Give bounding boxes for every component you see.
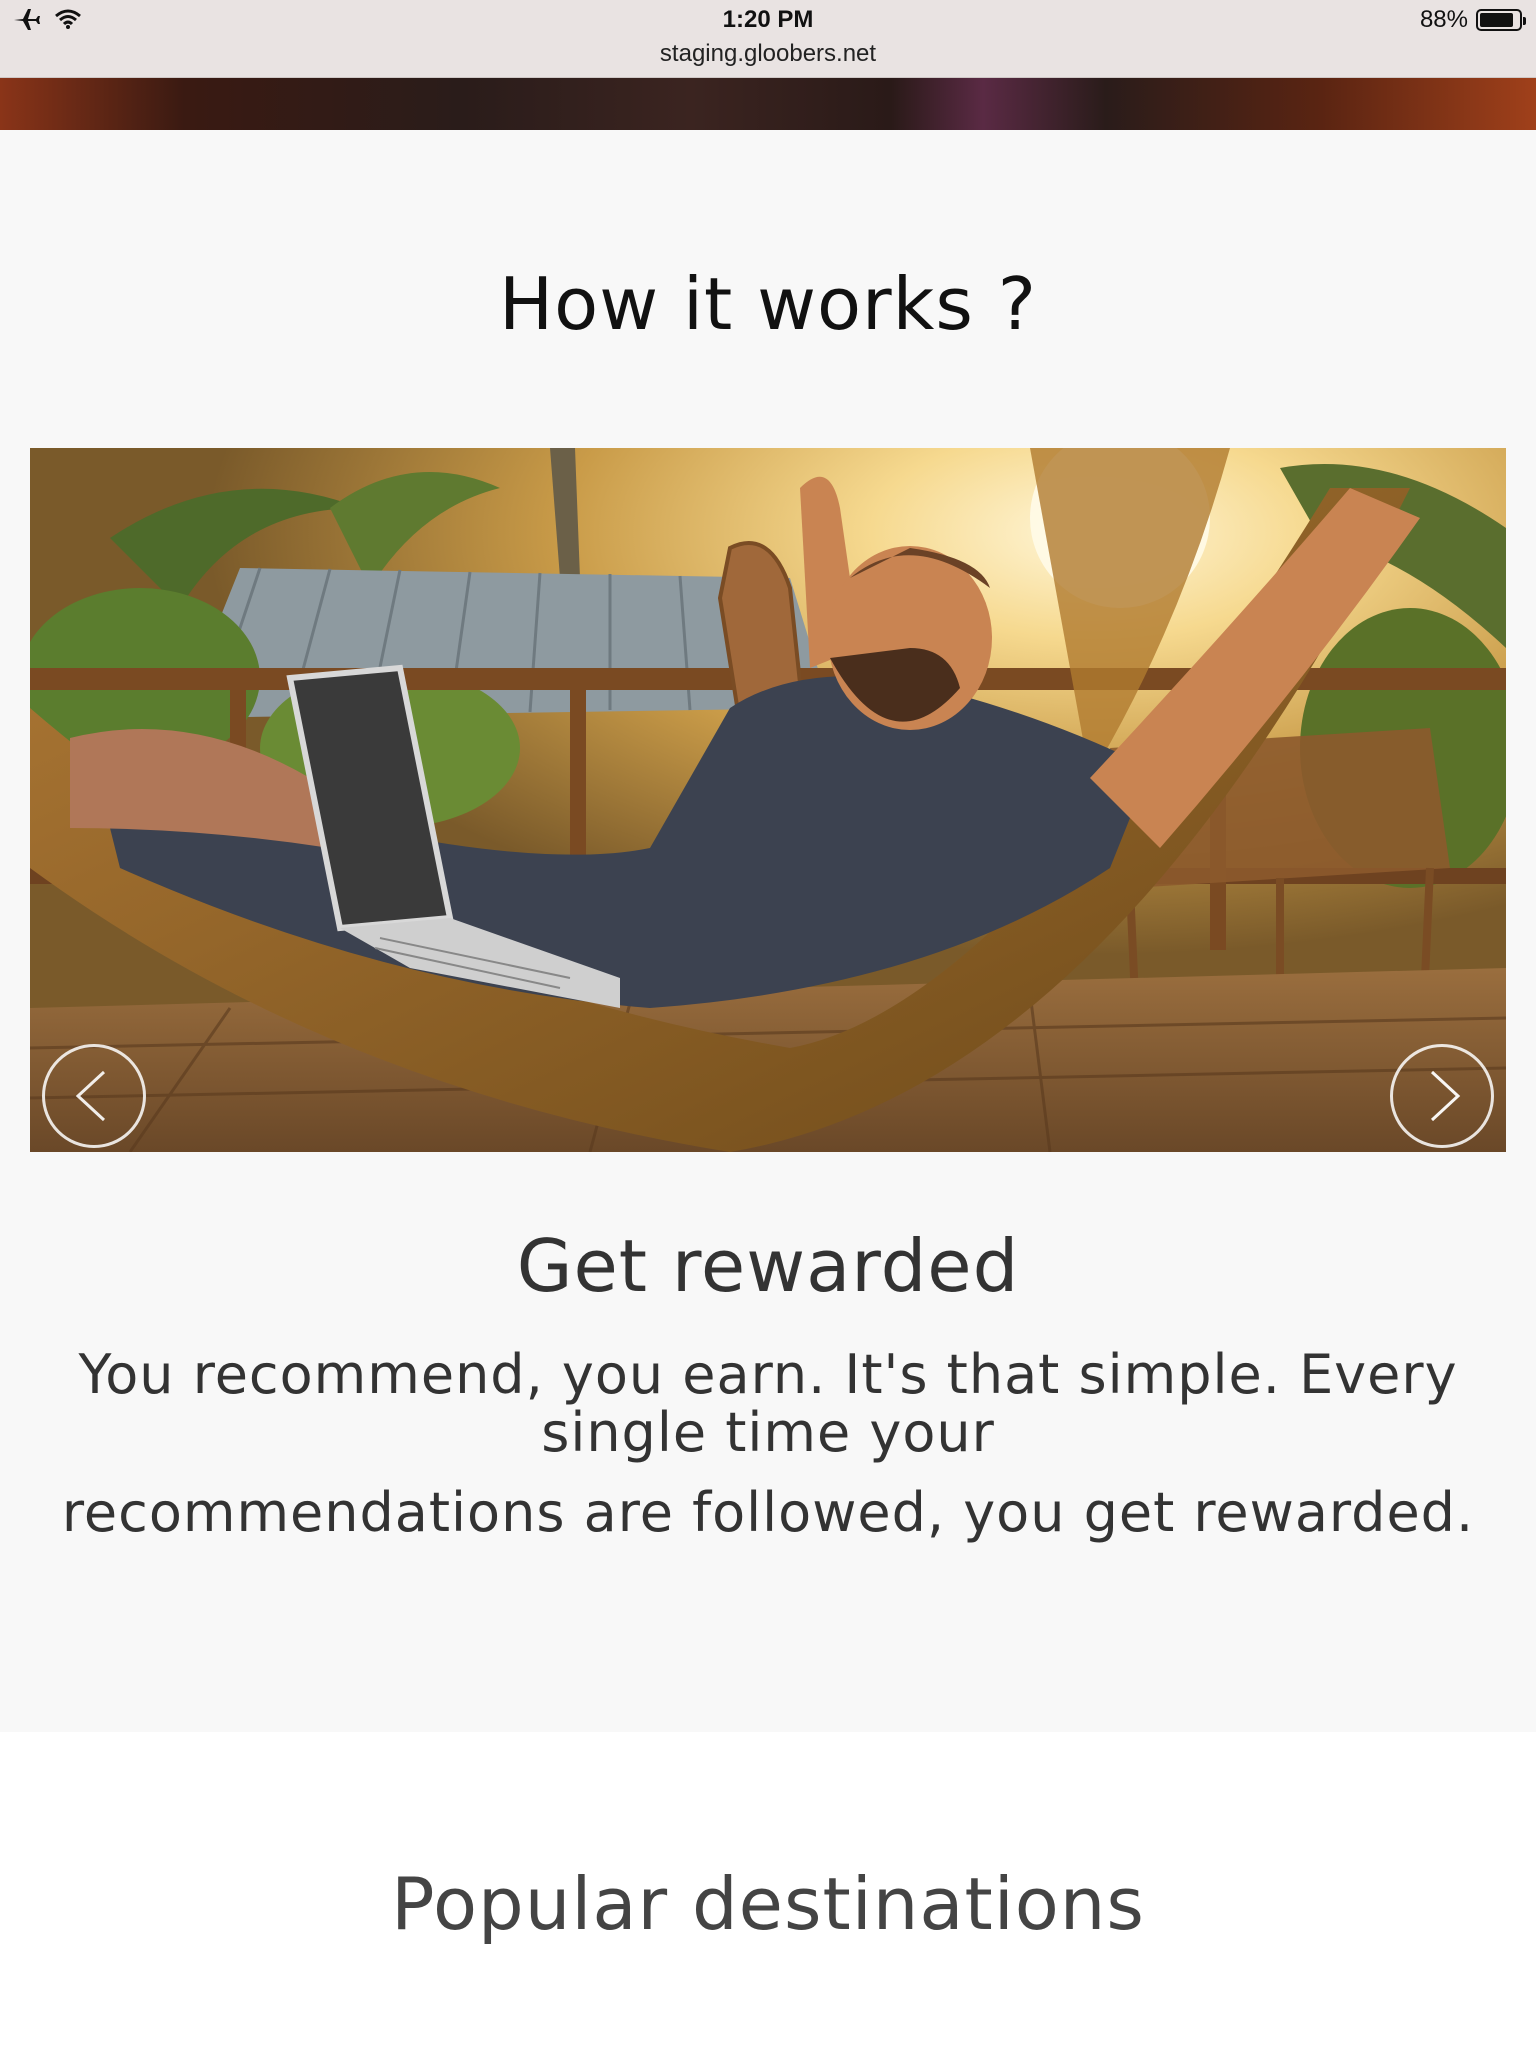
section-title: How it works ? — [499, 262, 1037, 346]
address-bar-url[interactable]: staging.gloobers.net — [0, 40, 1536, 68]
chevron-left-icon — [75, 1070, 106, 1122]
popular-destinations-section: Popular destinations — [0, 1732, 1536, 2048]
battery-level — [1480, 13, 1514, 27]
slide-description-line-1: You recommend, you earn. It's that simpl… — [78, 1343, 1458, 1464]
battery-percentage: 88% — [1419, 6, 1468, 33]
status-right: 88% — [1419, 6, 1526, 34]
chevron-right-icon — [1430, 1070, 1461, 1122]
slider-next-button[interactable] — [1390, 1044, 1494, 1148]
slide-description-line-2: recommendations are followed, you get re… — [61, 1481, 1475, 1544]
popular-destinations-title: Popular destinations — [391, 1862, 1145, 1946]
how-it-works-slider[interactable] — [30, 448, 1506, 1152]
how-it-works-section: How it works ? Get rewarded You recommen… — [0, 130, 1536, 1730]
slide-title: Get rewarded — [516, 1224, 1020, 1308]
slide-image — [30, 448, 1506, 1152]
hero-image-strip — [0, 78, 1536, 130]
status-bar: 1:20 PM staging.gloobers.net 88% — [0, 0, 1536, 78]
slide-description: You recommend, you earn. It's that simpl… — [60, 1346, 1476, 1542]
status-time: 1:20 PM — [722, 6, 814, 33]
slider-prev-button[interactable] — [42, 1044, 146, 1148]
battery-icon — [1476, 9, 1526, 31]
